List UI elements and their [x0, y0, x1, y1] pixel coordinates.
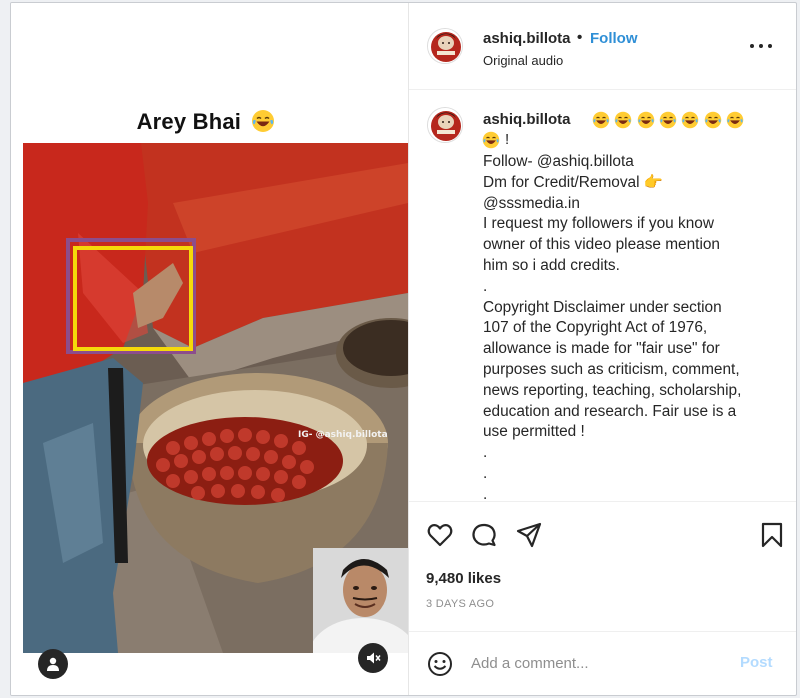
caption-line: news reporting, teaching, scholarship,: [483, 381, 742, 399]
avatar[interactable]: [427, 28, 463, 64]
caption-username[interactable]: ashiq.billota: [483, 111, 571, 128]
reaction-video-overlay: [313, 548, 408, 653]
post-header: ashiq.billota • Follow Original audio: [409, 3, 796, 90]
laughing-tears-emoji-icon: [681, 111, 699, 134]
caption-line[interactable]: @sssmedia.in: [483, 194, 783, 215]
tagged-users-button[interactable]: [38, 649, 68, 679]
video-caption-title: Arey Bhai: [11, 109, 401, 135]
header-username[interactable]: ashiq.billota: [483, 30, 571, 47]
post-actions: 9,480 likes 3 DAYS AGO: [409, 501, 796, 622]
caption-line[interactable]: Follow- @ashiq.billota: [483, 152, 783, 173]
caption-text: Follow- @ashiq.billota Dm for Credit/Remo…: [483, 152, 783, 500]
caption-line: purposes such as criticism, comment,: [483, 360, 740, 378]
post-media[interactable]: Arey Bhai IG- @ashiq.billota: [11, 3, 408, 695]
laughing-tears-emoji-icon: [592, 111, 610, 134]
comment-bar: Post: [409, 631, 796, 695]
post-comment-button[interactable]: Post: [740, 654, 773, 671]
laughing-tears-emoji-icon: [637, 111, 655, 134]
laughing-tears-emoji-icon: [482, 131, 500, 154]
laughing-tears-emoji-icon: [704, 111, 722, 134]
laughing-tears-emoji-icon: [252, 110, 275, 132]
post-date: 3 DAYS AGO: [426, 598, 495, 610]
caption-line: .: [483, 464, 488, 482]
caption-line: .: [483, 277, 488, 295]
person-icon: [47, 657, 59, 671]
caption-line: Dm for Credit/Removal 👉: [483, 173, 663, 191]
more-options-button[interactable]: [749, 39, 773, 53]
video-frame[interactable]: IG- @ashiq.billota: [23, 143, 408, 653]
video-title-text: Arey Bhai: [136, 109, 242, 134]
laughing-tears-emoji-icon: [614, 111, 632, 134]
send-icon[interactable]: [515, 521, 543, 549]
heart-icon[interactable]: [426, 521, 454, 549]
speaker-muted-icon: [367, 652, 381, 664]
video-watermark: IG- @ashiq.billota: [298, 430, 388, 440]
like-count[interactable]: 9,480 likes: [426, 570, 501, 587]
selection-box-inner: [73, 246, 193, 351]
caption-line: Copyright Disclaimer under section: [483, 298, 722, 316]
header-separator: •: [577, 29, 583, 46]
laughing-tears-emoji-icon: [659, 111, 677, 134]
more-dot: [759, 44, 763, 48]
more-horizontal-icon: [750, 44, 754, 48]
caption-line: .: [483, 485, 488, 500]
post-caption: ashiq.billota ! Follow- @ashiq.billota Dm…: [409, 90, 796, 500]
follow-button[interactable]: Follow: [590, 30, 638, 47]
more-dot: [768, 44, 772, 48]
caption-exclamation: !: [505, 131, 510, 148]
comment-icon[interactable]: [470, 521, 498, 549]
laughing-tears-emoji-icon: [726, 111, 744, 134]
caption-line: allowance is made for "fair use" for: [483, 340, 720, 358]
post-side-panel: ashiq.billota • Follow Original audio as…: [408, 3, 796, 695]
bookmark-icon[interactable]: [758, 521, 786, 549]
smiley-icon[interactable]: [427, 651, 453, 677]
audio-label[interactable]: Original audio: [483, 53, 563, 68]
comment-input[interactable]: [471, 650, 731, 676]
caption-line: 107 of the Copyright Act of 1976,: [483, 319, 708, 337]
caption-line: him so i add credits.: [483, 256, 620, 274]
post-card: Arey Bhai IG- @ashiq.billota ashiq.billo…: [10, 2, 797, 696]
caption-line: I request my followers if you know: [483, 215, 714, 233]
caption-line: owner of this video please mention: [483, 236, 720, 254]
caption-line: .: [483, 444, 488, 462]
caption-avatar[interactable]: [427, 107, 463, 143]
caption-line: use permitted !: [483, 423, 585, 441]
caption-line: education and research. Fair use is a: [483, 402, 737, 420]
mute-toggle-button[interactable]: [358, 643, 388, 673]
caption-emoji-row: [482, 110, 752, 150]
